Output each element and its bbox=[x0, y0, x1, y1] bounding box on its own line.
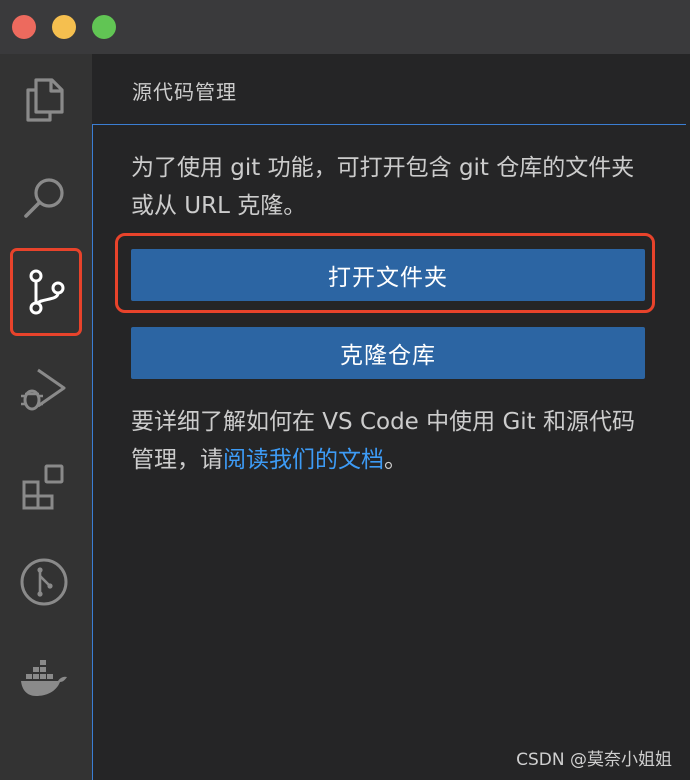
git-graph-icon bbox=[20, 558, 68, 606]
close-window-button[interactable] bbox=[12, 15, 36, 39]
explorer-icon bbox=[26, 78, 64, 122]
activity-source-control[interactable] bbox=[10, 248, 82, 336]
activity-bar bbox=[0, 54, 92, 780]
activity-explorer[interactable] bbox=[14, 70, 74, 130]
activity-extensions[interactable] bbox=[14, 456, 74, 516]
source-control-sidebar: 源代码管理 为了使用 git 功能，可打开包含 git 仓库的文件夹或从 URL… bbox=[92, 54, 690, 780]
run-debug-icon bbox=[21, 368, 66, 411]
watermark: CSDN @莫奈小姐姐 bbox=[516, 750, 672, 770]
extensions-icon bbox=[22, 464, 64, 510]
activity-search[interactable] bbox=[14, 168, 74, 228]
zoom-window-button[interactable] bbox=[92, 15, 116, 39]
minimize-window-button[interactable] bbox=[52, 15, 76, 39]
help-suffix: 。 bbox=[384, 447, 407, 473]
read-docs-link[interactable]: 阅读我们的文档 bbox=[223, 447, 384, 473]
clone-repository-button[interactable]: 克隆仓库 bbox=[131, 327, 645, 379]
window-titlebar bbox=[0, 0, 690, 54]
open-folder-button[interactable]: 打开文件夹 bbox=[131, 249, 645, 301]
activity-run-debug[interactable] bbox=[14, 360, 74, 420]
source-control-icon bbox=[29, 269, 65, 315]
activity-git-graph[interactable] bbox=[14, 552, 74, 612]
sidebar-title: 源代码管理 bbox=[132, 80, 237, 104]
source-control-panel: 为了使用 git 功能，可打开包含 git 仓库的文件夹或从 URL 克隆。 打… bbox=[92, 124, 686, 780]
activity-docker[interactable] bbox=[14, 648, 74, 708]
docker-icon bbox=[21, 660, 67, 696]
help-text: 要详细了解如何在 VS Code 中使用 Git 和源代码管理，请阅读我们的文档… bbox=[131, 403, 651, 479]
no-repo-description: 为了使用 git 功能，可打开包含 git 仓库的文件夹或从 URL 克隆。 bbox=[131, 155, 635, 219]
search-icon bbox=[24, 178, 64, 218]
